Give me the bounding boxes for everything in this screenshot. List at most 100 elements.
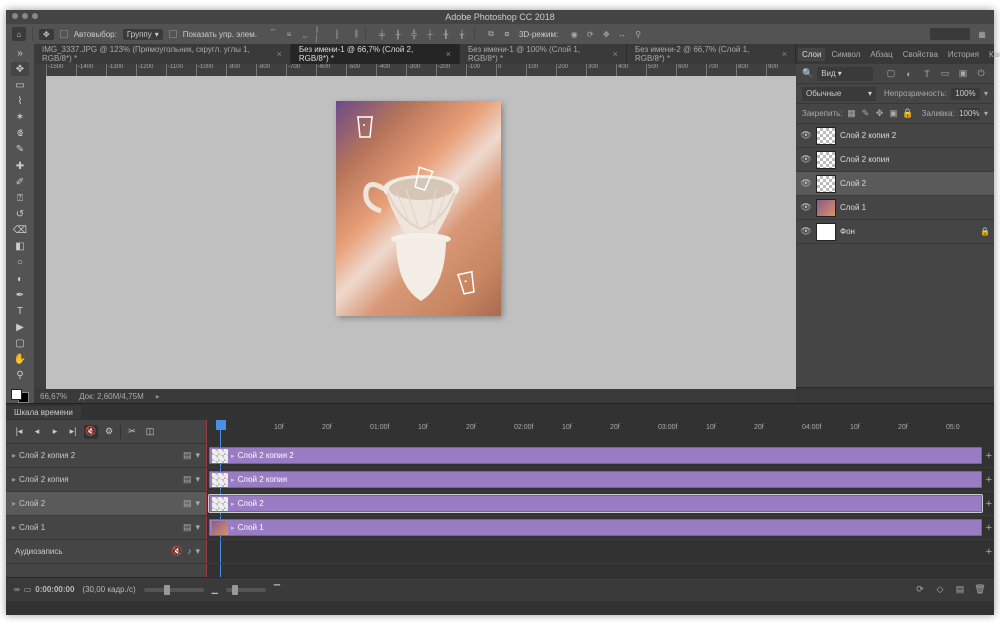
pan-icon[interactable]: ✥ [600, 28, 612, 40]
panel-tab[interactable]: Слои [798, 48, 825, 61]
zoom-slider[interactable] [144, 588, 204, 592]
tl-trash-icon[interactable]: 🗑 [974, 584, 986, 596]
blur-tool[interactable]: ○ [11, 256, 29, 270]
show-transform-checkbox[interactable] [169, 30, 177, 38]
color-swatches[interactable] [11, 389, 29, 403]
filter-image-icon[interactable]: ▢ [884, 67, 898, 81]
playhead[interactable] [216, 420, 226, 444]
track-props-icon[interactable]: ▤ [183, 522, 192, 533]
add-clip-icon[interactable]: + [986, 450, 992, 462]
move-tool[interactable]: ✥ [11, 62, 29, 76]
timeline-track[interactable]: ▸Слой 2+ [206, 492, 994, 516]
lock-transparent-icon[interactable]: ▦ [847, 107, 857, 121]
opacity-caret-icon[interactable]: ▾ [984, 89, 988, 98]
move-tool-icon[interactable]: ✥ [39, 29, 54, 40]
layer-name[interactable]: Слой 2 копия 2 [840, 131, 990, 140]
track-props-icon[interactable]: ▤ [183, 450, 192, 461]
layer-name[interactable]: Фон [840, 227, 976, 236]
timeline-track[interactable]: ▸Слой 2 копия 2 + [206, 444, 994, 468]
autoalign-2-icon[interactable]: ⧇ [501, 28, 513, 40]
blend-mode-dropdown[interactable]: Обычные▾ [802, 87, 876, 101]
zoom-out-icon[interactable]: ▁ [212, 585, 218, 594]
document-tab[interactable]: Без имени-1 @ 66,7% (Слой 2, RGB/8*) *× [291, 44, 460, 64]
layer-row[interactable]: 👁 Слой 2 копия [796, 148, 994, 172]
layer-thumbnail[interactable] [816, 199, 836, 217]
healing-tool[interactable]: ✚ [11, 159, 29, 173]
panel-tab[interactable]: История [944, 48, 983, 61]
close-tab-icon[interactable]: × [782, 49, 787, 59]
search-field[interactable] [930, 28, 970, 40]
home-icon[interactable]: ⌂ [12, 27, 26, 41]
lock-artboard-icon[interactable]: ▣ [888, 107, 898, 121]
pen-tool[interactable]: ✒ [11, 288, 29, 302]
zoom-tool[interactable]: ⚲ [11, 369, 29, 383]
opacity-field[interactable]: 100% [951, 88, 980, 100]
eye-icon[interactable]: 👁 [800, 178, 812, 190]
layer-row[interactable]: 👁 Слой 2 копия 2 [796, 124, 994, 148]
lock-paint-icon[interactable]: ✎ [861, 107, 871, 121]
layer-thumbnail[interactable] [816, 223, 836, 241]
dist-3[interactable]: ╬ [408, 28, 420, 40]
track-props-icon[interactable]: ▤ [183, 474, 192, 485]
close-tab-icon[interactable]: × [613, 49, 618, 59]
eye-icon[interactable]: 👁 [800, 226, 812, 238]
align-left-icon[interactable]: |⎸ [315, 28, 327, 40]
brush-tool[interactable]: ✐ [11, 175, 29, 189]
orbit-icon[interactable]: ◉ [568, 28, 580, 40]
eyedropper-tool[interactable]: ✎ [11, 143, 29, 157]
lasso-tool[interactable]: ⌇ [11, 94, 29, 108]
add-clip-icon[interactable]: + [986, 498, 992, 510]
autoselect-mode-dropdown[interactable]: Группу▾ [123, 29, 163, 40]
layer-row[interactable]: 👁Фон🔒 [796, 220, 994, 244]
panel-tab[interactable]: Символ [827, 48, 864, 61]
layer-thumbnail[interactable] [816, 127, 836, 145]
expand-tools-icon[interactable]: » [11, 46, 29, 60]
document-tab[interactable]: Без имени-2 @ 66,7% (Слой 1, RGB/8*) *× [627, 44, 796, 64]
tl-menu-2-icon[interactable]: ◇ [934, 584, 946, 596]
zoom-in-icon[interactable]: ▔ [274, 585, 280, 594]
layer-filter-dropdown[interactable]: Вид▾ [817, 67, 873, 81]
close-tab-icon[interactable]: × [446, 49, 451, 59]
timeline-track[interactable]: ▸Слой 1+ [206, 516, 994, 540]
timeline-clip[interactable]: ▸Слой 2 копия [209, 471, 982, 488]
zoom-level[interactable]: 66,67% [40, 392, 67, 401]
layer-row[interactable]: 👁 Слой 2 [796, 172, 994, 196]
next-frame-icon[interactable]: ▸| [66, 425, 80, 439]
crop-tool[interactable]: ⟃ [11, 127, 29, 141]
dist-6[interactable]: ╁ [456, 28, 468, 40]
timecode[interactable]: 0:00:00:00 [35, 585, 74, 594]
layer-name[interactable]: Слой 2 копия [840, 155, 990, 164]
eye-icon[interactable]: 👁 [800, 130, 812, 142]
workspace-icon[interactable]: ▦ [976, 28, 988, 40]
layer-name[interactable]: Слой 2 [840, 179, 990, 188]
document-tab[interactable]: Без имени-1 @ 100% (Слой 1, RGB/8*) *× [460, 44, 627, 64]
quick-select-tool[interactable]: ✶ [11, 111, 29, 125]
panel-tab[interactable]: Каналы [985, 48, 1000, 61]
split-icon[interactable]: ✂ [125, 425, 139, 439]
shape-tool[interactable]: ▢ [11, 337, 29, 351]
fill-field[interactable]: 100% [959, 108, 980, 120]
filter-shape-icon[interactable]: ▭ [938, 67, 952, 81]
mute-icon[interactable]: 🔇 [84, 425, 98, 439]
eye-icon[interactable]: 👁 [800, 154, 812, 166]
settings-icon[interactable]: ⚙ [102, 425, 116, 439]
align-right-icon[interactable]: ⎹| [347, 28, 359, 40]
audio-mute-icon[interactable]: 🔇 [172, 546, 183, 557]
eye-icon[interactable]: 👁 [800, 202, 812, 214]
eraser-tool[interactable]: ⌫ [11, 224, 29, 238]
add-clip-icon[interactable]: + [986, 474, 992, 486]
lock-all-icon[interactable]: 🔒 [902, 107, 913, 121]
doc-info-menu-icon[interactable]: ▸ [156, 392, 160, 401]
doc-info[interactable]: Док: 2,60M/4,75M [79, 392, 144, 401]
dist-4[interactable]: ┼ [424, 28, 436, 40]
autoalign-icon[interactable]: ⧉ [485, 28, 497, 40]
timeline-ruler[interactable]: 10f20f01:00f10f20f02:00f10f20f03:00f10f2… [206, 420, 994, 444]
panel-tab[interactable]: Абзац [866, 48, 896, 61]
filter-toggle[interactable]: ⏻ [974, 67, 988, 81]
panel-tab[interactable]: Свойства [899, 48, 942, 61]
close-tab-icon[interactable]: × [277, 49, 282, 59]
fill-caret-icon[interactable]: ▾ [984, 109, 988, 118]
marquee-tool[interactable]: ▭ [11, 78, 29, 92]
timeline-clip[interactable]: ▸Слой 2 копия 2 [209, 447, 982, 464]
document-tab[interactable]: IMG_3337.JPG @ 123% (Прямоугольник, скру… [34, 44, 291, 64]
